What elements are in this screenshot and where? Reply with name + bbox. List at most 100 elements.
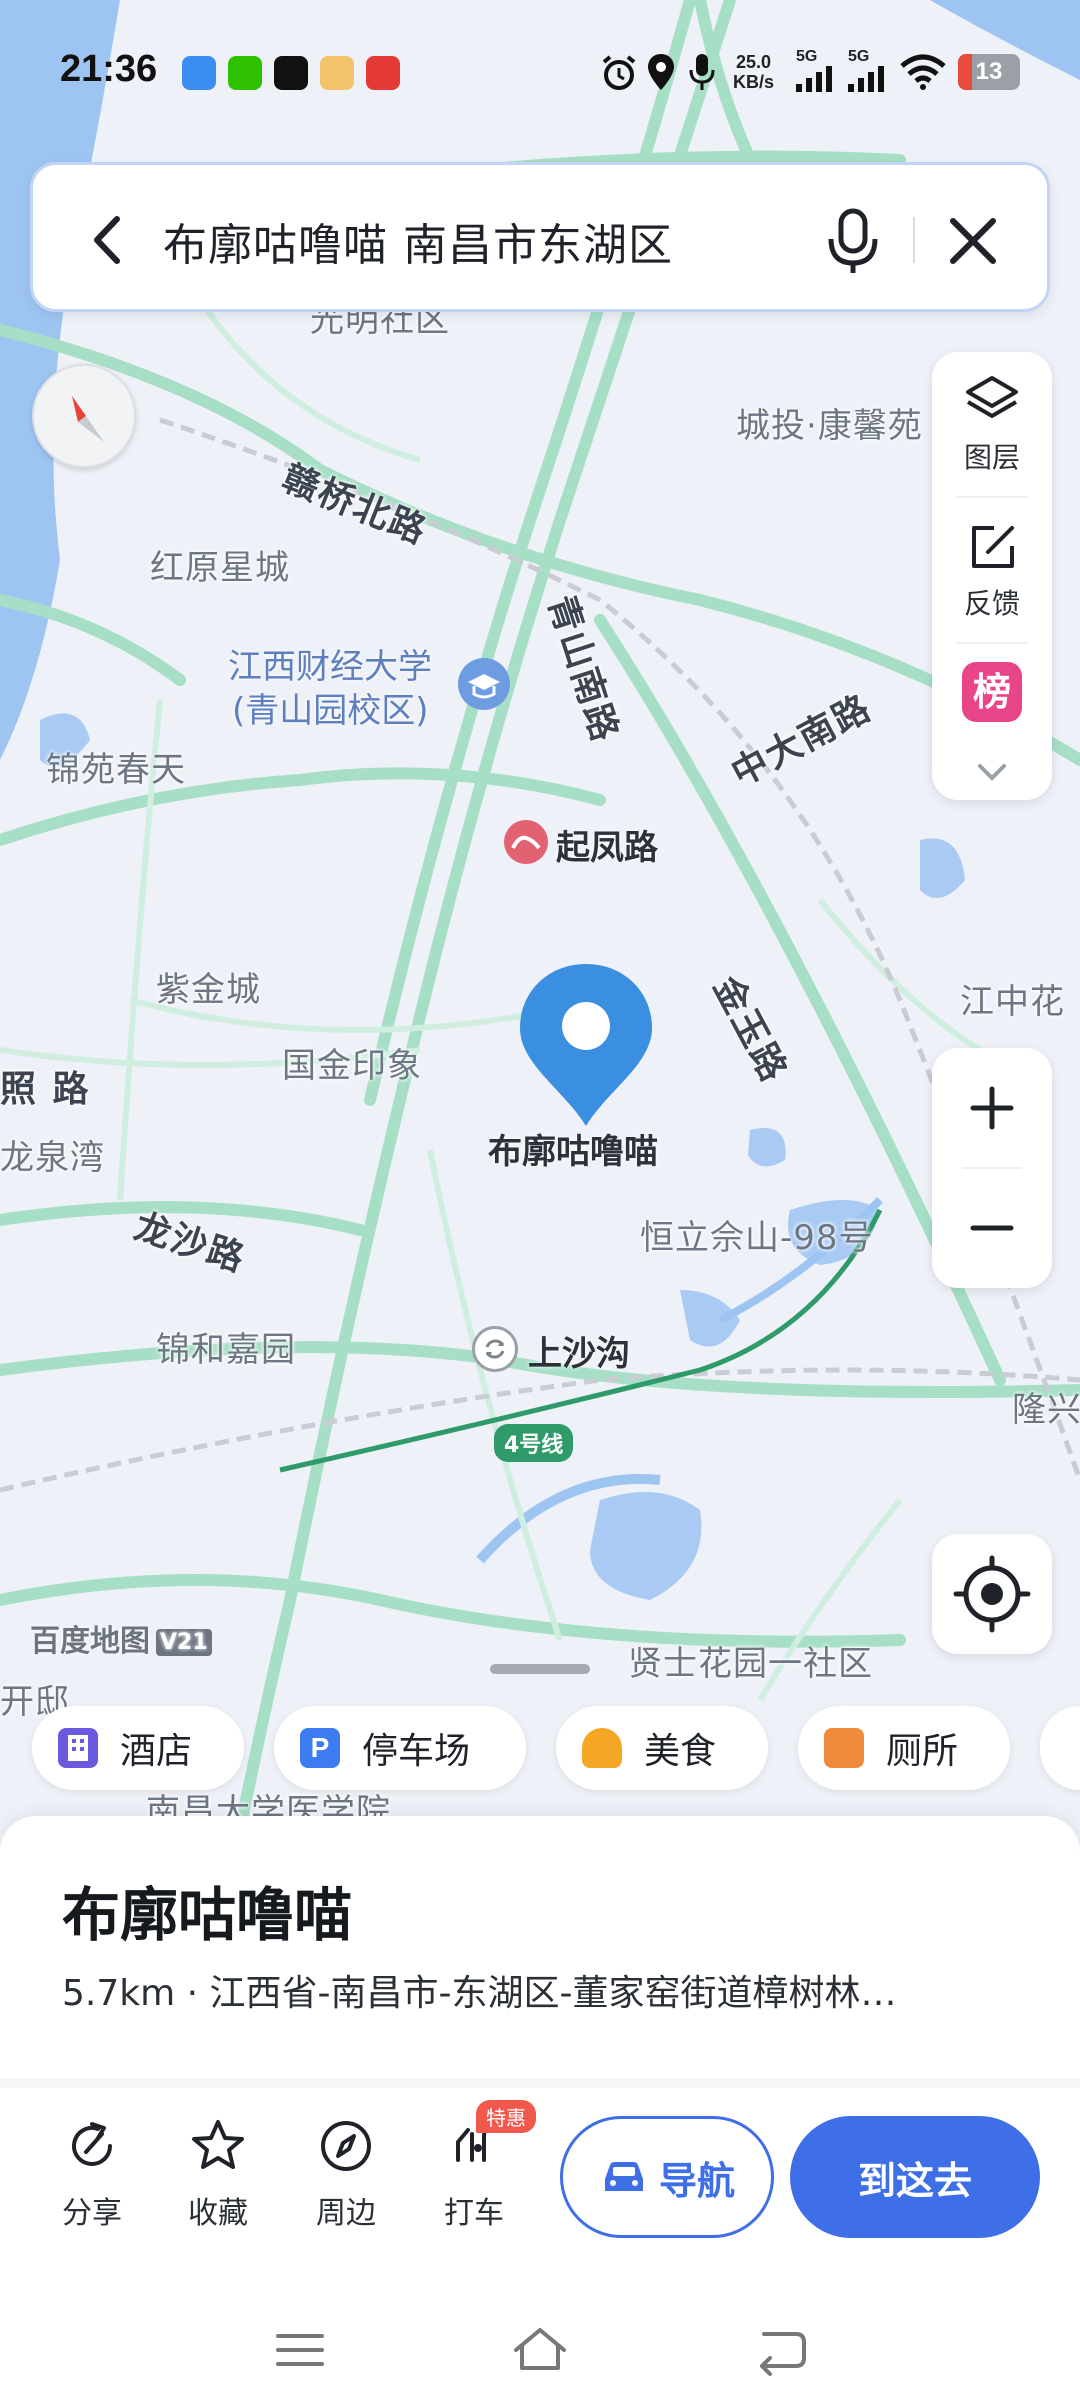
poi-label: (青山园校区) bbox=[232, 691, 429, 731]
metro-line-badge: 4号线 bbox=[494, 1424, 574, 1462]
place-title: 布廓咕噜喵 bbox=[62, 1881, 353, 1949]
net-speed-value: 25.0 bbox=[735, 52, 772, 72]
mic-icon bbox=[689, 54, 715, 90]
close-icon[interactable] bbox=[933, 201, 1013, 281]
map-label: 恒立佘山-98号 bbox=[640, 1218, 874, 1258]
toolbar-divider bbox=[956, 496, 1028, 498]
ranking-button[interactable]: 榜 bbox=[932, 662, 1052, 722]
map-brand: 百度地图 V21 bbox=[30, 1616, 212, 1660]
share-label: 分享 bbox=[62, 2196, 122, 2231]
minus-icon bbox=[970, 1225, 1014, 1231]
university-icon bbox=[458, 658, 510, 710]
chip-label: 停车场 bbox=[362, 1731, 471, 1772]
go-here-label: 到这去 bbox=[857, 2158, 972, 2203]
status-bar: 21:36 25.0 KB/s 5G 5G 13 bbox=[0, 40, 1080, 104]
pin-label: 布廓咕噜喵 bbox=[488, 1132, 658, 1172]
game-app-icon bbox=[320, 56, 354, 90]
poi-label: 江西财经大学 bbox=[228, 647, 432, 687]
menu-icon[interactable] bbox=[270, 2320, 330, 2380]
zoom-control bbox=[932, 1048, 1052, 1288]
promo-badge: 特惠 bbox=[476, 2100, 536, 2133]
layers-button[interactable]: 图层 bbox=[932, 372, 1052, 476]
search-divider bbox=[913, 217, 915, 263]
go-here-button[interactable]: 到这去 bbox=[790, 2116, 1040, 2238]
map-label: 城投·康馨苑 bbox=[736, 406, 923, 446]
signal-icon bbox=[796, 66, 832, 92]
hotel-icon bbox=[58, 1728, 98, 1768]
food-icon bbox=[582, 1728, 622, 1768]
map-label: 紫金城 bbox=[156, 970, 261, 1010]
signal-label: 5G bbox=[796, 48, 818, 65]
zoom-in-button[interactable] bbox=[932, 1048, 1052, 1168]
zoom-out-button[interactable] bbox=[932, 1168, 1052, 1288]
navigate-label: 导航 bbox=[658, 2158, 735, 2203]
map-label: 国金印象 bbox=[282, 1046, 422, 1086]
douyin-icon bbox=[274, 56, 308, 90]
taxi-label: 打车 bbox=[444, 2196, 504, 2231]
favorite-button[interactable]: 收藏 bbox=[168, 2116, 268, 2232]
map-label: 龙泉湾 bbox=[0, 1138, 105, 1178]
back-icon[interactable] bbox=[750, 2320, 810, 2380]
feedback-label: 反馈 bbox=[963, 587, 1020, 620]
station-transfer-icon[interactable] bbox=[472, 1326, 518, 1372]
map-label: 红原星城 bbox=[150, 548, 290, 588]
map-label: 锦和嘉园 bbox=[156, 1330, 296, 1370]
nearby-button[interactable]: 周边 bbox=[296, 2116, 396, 2232]
crosshair-icon bbox=[953, 1555, 1031, 1633]
wifi-icon bbox=[900, 54, 946, 90]
battery-indicator: 13 bbox=[958, 54, 1020, 90]
map-toolbar: 图层 反馈 榜 bbox=[932, 352, 1052, 800]
feedback-edit-icon bbox=[972, 526, 1014, 568]
metro-station-icon[interactable] bbox=[504, 820, 548, 864]
status-time: 21:36 bbox=[60, 48, 158, 90]
compass-nearby-icon bbox=[321, 2121, 371, 2171]
sheet-divider bbox=[0, 2078, 1080, 2088]
net-speed-unit: KB/s bbox=[733, 72, 775, 92]
map-label: 贤士花园一社区 bbox=[628, 1644, 873, 1684]
layers-label: 图层 bbox=[963, 441, 1020, 474]
toilet-icon bbox=[824, 1728, 864, 1768]
ranking-badge-icon: 榜 bbox=[962, 662, 1022, 722]
home-icon[interactable] bbox=[510, 2320, 570, 2380]
brand-version: V21 bbox=[156, 1629, 212, 1656]
search-bar[interactable]: 布廓咕噜喵 南昌市东湖区 bbox=[30, 162, 1050, 312]
compass-icon bbox=[72, 396, 104, 442]
chip-label: 厕所 bbox=[886, 1731, 959, 1772]
location-pin-icon[interactable] bbox=[516, 960, 656, 1130]
feedback-button[interactable]: 反馈 bbox=[932, 518, 1052, 622]
message-app-icon bbox=[182, 56, 216, 90]
signal-icon bbox=[848, 66, 884, 92]
navigate-button[interactable]: 导航 bbox=[560, 2116, 774, 2238]
location-icon bbox=[648, 54, 674, 90]
toolbar-divider bbox=[956, 642, 1028, 644]
signal-label: 5G bbox=[848, 48, 870, 65]
net-speed: 25.0 KB/s bbox=[733, 52, 774, 92]
share-button[interactable]: 分享 bbox=[42, 2116, 142, 2232]
plus-icon bbox=[970, 1086, 1014, 1130]
sheet-drag-handle[interactable] bbox=[490, 1664, 590, 1674]
share-icon bbox=[72, 2122, 112, 2166]
red-app-icon bbox=[366, 56, 400, 90]
chevron-down-icon[interactable] bbox=[974, 760, 1010, 784]
taxi-button[interactable]: 打车 bbox=[424, 2116, 524, 2232]
compass-button[interactable] bbox=[32, 364, 136, 468]
locate-me-button[interactable] bbox=[932, 1534, 1052, 1654]
chip-label: 酒店 bbox=[120, 1731, 193, 1772]
metro-station-label: 起凤路 bbox=[556, 828, 658, 868]
map-label: 锦苑春天 bbox=[46, 750, 186, 790]
wechat-icon bbox=[228, 56, 262, 90]
chip-hotel[interactable]: 酒店 bbox=[32, 1706, 244, 1790]
car-icon bbox=[604, 2162, 643, 2191]
metro-station-label: 上沙沟 bbox=[528, 1334, 630, 1374]
chip-food[interactable]: 美食 bbox=[556, 1706, 768, 1790]
road-label: 照 路 bbox=[0, 1069, 91, 1110]
parking-icon: P bbox=[300, 1728, 340, 1768]
star-icon bbox=[192, 2120, 244, 2169]
brand-name: 百度地图 bbox=[30, 1624, 150, 1659]
search-input[interactable]: 布廓咕噜喵 南昌市东湖区 bbox=[163, 209, 673, 273]
voice-search-icon[interactable] bbox=[813, 201, 893, 281]
alarm-icon bbox=[602, 55, 636, 90]
back-arrow-icon[interactable] bbox=[73, 205, 143, 275]
chip-parking[interactable]: P 停车场 bbox=[274, 1706, 526, 1790]
chip-toilet[interactable]: 厕所 bbox=[798, 1706, 1010, 1790]
